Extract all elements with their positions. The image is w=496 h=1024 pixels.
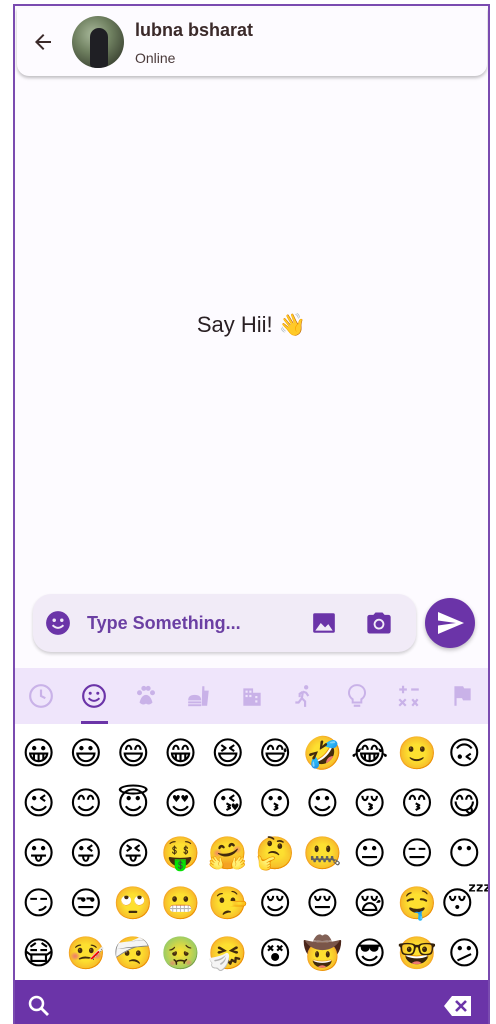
smiley-icon	[81, 684, 106, 708]
emoji-item[interactable]: ☺	[299, 778, 346, 828]
emoji-item[interactable]: 😷	[15, 928, 62, 978]
symbols-icon	[398, 685, 419, 707]
emoji-item[interactable]: 😊	[62, 778, 109, 828]
emoji-item[interactable]: 😋	[441, 778, 488, 828]
emoji-item[interactable]: 😑	[393, 828, 440, 878]
emoji-item[interactable]: 😬	[157, 878, 204, 928]
message-composer	[33, 594, 416, 652]
emoji-item[interactable]: 🙄	[110, 878, 157, 928]
image-icon[interactable]	[311, 610, 337, 636]
paw-icon	[137, 685, 156, 705]
emoji-item[interactable]: 🤢	[157, 928, 204, 978]
emoji-item[interactable]: 😎	[346, 928, 393, 978]
emoji-item[interactable]: 🤥	[204, 878, 251, 928]
emoji-picker-bottom-bar	[15, 980, 488, 1024]
chat-header: lubna bsharat Online	[17, 8, 487, 76]
emoji-icon[interactable]	[45, 610, 71, 636]
flag-icon	[454, 686, 471, 706]
emoji-item[interactable]: 🤔	[251, 828, 298, 878]
emoji-item[interactable]: 🙃	[441, 728, 488, 778]
emoji-item[interactable]: 😅	[251, 728, 298, 778]
waving-hand-icon: 👋	[278, 312, 307, 337]
emoji-item[interactable]: 😶	[441, 828, 488, 878]
emoji-item[interactable]: 😌	[251, 878, 298, 928]
emoji-item[interactable]: 😵	[251, 928, 298, 978]
emoji-item[interactable]: 😜	[62, 828, 109, 878]
emoji-item[interactable]: 😝	[110, 828, 157, 878]
emoji-item[interactable]: 😒	[62, 878, 109, 928]
emoji-item[interactable]: 😕	[441, 928, 488, 978]
message-input[interactable]	[87, 608, 297, 638]
emoji-item[interactable]: 😍	[157, 778, 204, 828]
emoji-item[interactable]: 🤐	[299, 828, 346, 878]
emoji-item[interactable]: 🤑	[157, 828, 204, 878]
emoji-item[interactable]: 😴	[441, 878, 488, 928]
clock-icon	[29, 684, 54, 708]
emoji-item[interactable]: 😇	[110, 778, 157, 828]
running-icon	[295, 685, 310, 707]
emoji-item[interactable]: 😁	[157, 728, 204, 778]
empty-chat-hint: Say Hii! 👋	[15, 312, 488, 338]
camera-icon[interactable]	[365, 609, 393, 637]
lightbulb-icon	[347, 684, 366, 707]
category-activities[interactable]	[278, 668, 331, 724]
category-animals[interactable]	[120, 668, 173, 724]
emoji-item[interactable]: 😗	[251, 778, 298, 828]
emoji-item[interactable]: 🤠	[299, 928, 346, 978]
category-smileys[interactable]	[68, 668, 121, 724]
emoji-item[interactable]: 😙	[393, 778, 440, 828]
emoji-item[interactable]: 🤗	[204, 828, 251, 878]
avatar-figure	[90, 28, 108, 68]
emoji-item[interactable]: 😛	[15, 828, 62, 878]
emoji-item[interactable]: 😚	[346, 778, 393, 828]
fastfood-icon	[188, 686, 209, 707]
emoji-item[interactable]: 😪	[346, 878, 393, 928]
emoji-item[interactable]: 😃	[62, 728, 109, 778]
send-button[interactable]	[425, 598, 475, 648]
emoji-item[interactable]: 😉	[15, 778, 62, 828]
search-icon[interactable]	[27, 994, 51, 1018]
emoji-item[interactable]: 🤧	[204, 928, 251, 978]
empty-chat-text: Say Hii!	[196, 312, 273, 337]
category-symbols[interactable]	[383, 668, 436, 724]
emoji-item[interactable]: 😆	[204, 728, 251, 778]
category-flags[interactable]	[436, 668, 489, 724]
arrow-back-icon[interactable]	[31, 30, 55, 54]
category-food[interactable]	[173, 668, 226, 724]
emoji-item[interactable]: 😂	[346, 728, 393, 778]
category-recent[interactable]	[15, 668, 68, 724]
contact-name[interactable]: lubna bsharat	[135, 20, 253, 41]
building-icon	[242, 688, 261, 706]
send-icon	[438, 612, 464, 634]
emoji-item[interactable]: 😏	[15, 878, 62, 928]
emoji-item[interactable]: 😀	[15, 728, 62, 778]
emoji-item[interactable]: 😘	[204, 778, 251, 828]
emoji-item[interactable]: 🤕	[110, 928, 157, 978]
emoji-grid: 😀 😃 😄 😁 😆 😅 🤣 😂 🙂 🙃 😉 😊 😇 😍 😘 😗 ☺ 😚 😙 😋 😛 😜 😝 🤑 🤗 🤔 🤐 😐 😑 😶 😏 😒 🙄 😬 🤥 😌 😔 😪 🤤 😴…	[15, 728, 488, 978]
emoji-item[interactable]: 😄	[110, 728, 157, 778]
category-travel[interactable]	[225, 668, 278, 724]
emoji-item[interactable]: 🤣	[299, 728, 346, 778]
chat-screen: lubna bsharat Online Say Hii! 👋 Type Som…	[13, 4, 490, 1024]
emoji-item[interactable]: 🤒	[62, 928, 109, 978]
avatar[interactable]	[72, 16, 124, 68]
emoji-item[interactable]: 🤤	[393, 878, 440, 928]
category-objects[interactable]	[330, 668, 383, 724]
contact-status: Online	[135, 50, 176, 66]
emoji-item[interactable]: 🤓	[393, 928, 440, 978]
emoji-category-bar	[15, 668, 488, 724]
emoji-picker: 😀 😃 😄 😁 😆 😅 🤣 😂 🙂 🙃 😉 😊 😇 😍 😘 😗 ☺ 😚 😙 😋 😛 😜 😝 🤑 🤗 🤔 🤐 😐 😑 😶 😏 😒 🙄 😬 🤥 😌 😔 😪 🤤 😴…	[15, 668, 488, 1024]
emoji-item[interactable]: 😐	[346, 828, 393, 878]
emoji-item[interactable]: 😔	[299, 878, 346, 928]
emoji-item[interactable]: 🙂	[393, 728, 440, 778]
backspace-icon[interactable]	[443, 994, 473, 1018]
